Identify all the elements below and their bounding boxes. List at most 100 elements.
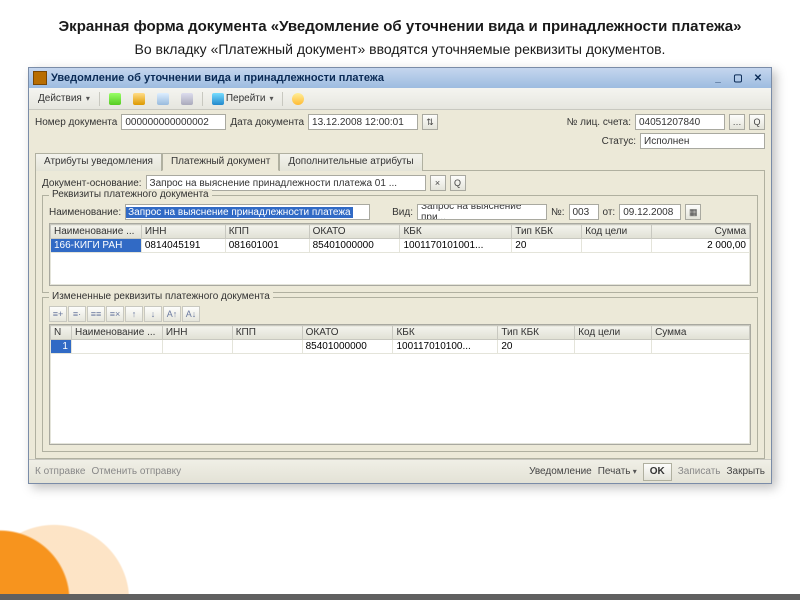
go-icon xyxy=(212,93,224,105)
doc-no-input[interactable]: 000000000000002 xyxy=(121,114,226,130)
cell[interactable]: 0814045191 xyxy=(141,239,225,253)
name-input[interactable]: Запрос на выяснение принадлежности плате… xyxy=(125,204,370,220)
gt-sort-desc[interactable]: A↓ xyxy=(182,306,200,322)
col2-tipkbk[interactable]: Тип КБК xyxy=(498,326,575,340)
col-okato[interactable]: ОКАТО xyxy=(309,225,400,239)
cell[interactable]: 081601001 xyxy=(225,239,309,253)
print-button[interactable]: Печать xyxy=(598,466,637,477)
cell[interactable] xyxy=(232,340,302,354)
status-input[interactable]: Исполнен xyxy=(640,133,765,149)
group-requisites-legend: Реквизиты платежного документа xyxy=(49,189,212,200)
titlebar: Уведомление об уточнении вида и принадле… xyxy=(29,68,771,88)
maximize-button[interactable]: ▢ xyxy=(729,71,747,85)
tab-extra[interactable]: Дополнительные атрибуты xyxy=(279,153,422,171)
kind-label: Вид: xyxy=(392,207,413,218)
pacc-input[interactable]: 04051207840 xyxy=(635,114,725,130)
col2-kpp[interactable]: КПП xyxy=(232,326,302,340)
col2-kbk[interactable]: КБК xyxy=(393,326,498,340)
notify-button[interactable]: Уведомление xyxy=(529,466,592,477)
cell[interactable]: 85401000000 xyxy=(309,239,400,253)
col-name[interactable]: Наименование ... xyxy=(51,225,142,239)
col2-sum[interactable]: Сумма xyxy=(652,326,750,340)
col-kodceli[interactable]: Код цели xyxy=(582,225,652,239)
cell[interactable]: 85401000000 xyxy=(302,340,393,354)
cell[interactable] xyxy=(162,340,232,354)
save-button[interactable]: Записать xyxy=(678,466,721,477)
cell[interactable] xyxy=(575,340,652,354)
actions-menu[interactable]: Действия xyxy=(33,91,95,107)
goto-label: Перейти xyxy=(226,93,266,104)
send-link[interactable]: К отправке xyxy=(35,466,85,477)
gear-icon xyxy=(133,93,145,105)
kind-input[interactable]: Запрос на выяснение при... xyxy=(417,204,547,220)
col-tipkbk[interactable]: Тип КБК xyxy=(512,225,582,239)
table-row[interactable]: 1 85401000000 100117010100... 20 xyxy=(51,340,750,354)
pacc-label: № лиц. счета: xyxy=(567,117,631,128)
num-input[interactable]: 003 xyxy=(569,204,599,220)
group-changed: Измененные реквизиты платежного документ… xyxy=(42,297,758,452)
cell[interactable]: 20 xyxy=(512,239,582,253)
basis-open[interactable]: Q xyxy=(450,175,466,191)
toolbar-settings[interactable] xyxy=(128,91,150,107)
clip-icon xyxy=(181,93,193,105)
plus-icon xyxy=(109,93,121,105)
toolbar-attach[interactable] xyxy=(176,91,198,107)
table-row xyxy=(51,253,750,285)
from-input[interactable]: 09.12.2008 xyxy=(619,204,681,220)
col2-okato[interactable]: ОКАТО xyxy=(302,326,393,340)
app-icon xyxy=(33,71,47,85)
gt-up[interactable]: ↑ xyxy=(125,306,143,322)
cell[interactable]: 1 xyxy=(51,340,72,354)
cell[interactable]: 1001170101001... xyxy=(400,239,512,253)
gt-del[interactable]: ≡× xyxy=(106,306,124,322)
gt-add[interactable]: ≡+ xyxy=(49,306,67,322)
toolbar-help[interactable] xyxy=(287,91,309,107)
table-row[interactable]: 166-КИГИ РАН 0814045191 081601001 854010… xyxy=(51,239,750,253)
ok-button[interactable]: OK xyxy=(643,463,672,481)
gt-copy[interactable]: ≡≡ xyxy=(87,306,105,322)
close-window-button[interactable]: ✕ xyxy=(749,71,767,85)
doc-icon xyxy=(157,93,169,105)
slide-subtitle: Во вкладку «Платежный документ» вводятся… xyxy=(28,41,772,57)
cell[interactable] xyxy=(652,340,750,354)
group-requisites: Реквизиты платежного документа Наименова… xyxy=(42,195,758,293)
doc-date-label: Дата документа xyxy=(230,117,304,128)
date-spin[interactable]: ⇅ xyxy=(422,114,438,130)
close-button[interactable]: Закрыть xyxy=(726,466,765,477)
goto-menu[interactable]: Перейти xyxy=(207,91,279,107)
gt-down[interactable]: ↓ xyxy=(144,306,162,322)
window-title: Уведомление об уточнении вида и принадле… xyxy=(51,72,384,84)
col-inn[interactable]: ИНН xyxy=(141,225,225,239)
col-kpp[interactable]: КПП xyxy=(225,225,309,239)
toolbar-doc[interactable] xyxy=(152,91,174,107)
col2-kodceli[interactable]: Код цели xyxy=(575,326,652,340)
cell[interactable]: 166-КИГИ РАН xyxy=(51,239,142,253)
toolbar-add[interactable] xyxy=(104,91,126,107)
table-row xyxy=(51,354,750,444)
help-icon xyxy=(292,93,304,105)
cell[interactable]: 100117010100... xyxy=(393,340,498,354)
minimize-button[interactable]: _ xyxy=(709,71,727,85)
cell[interactable] xyxy=(582,239,652,253)
pacc-open[interactable]: Q xyxy=(749,114,765,130)
gt-ins[interactable]: ≡· xyxy=(68,306,86,322)
cancel-send-link[interactable]: Отменить отправку xyxy=(91,466,181,477)
gt-sort-asc[interactable]: A↑ xyxy=(163,306,181,322)
grid-requisites[interactable]: Наименование ... ИНН КПП ОКАТО КБК Тип К… xyxy=(49,223,751,286)
tab-payment-doc[interactable]: Платежный документ xyxy=(162,153,279,171)
grid-changed[interactable]: N Наименование ... ИНН КПП ОКАТО КБК Тип… xyxy=(49,324,751,445)
col-sum[interactable]: Сумма xyxy=(652,225,750,239)
slide-title: Экранная форма документа «Уведомление об… xyxy=(28,18,772,35)
basis-clear[interactable]: × xyxy=(430,175,446,191)
cell[interactable] xyxy=(71,340,162,354)
pacc-pick[interactable]: … xyxy=(729,114,745,130)
tab-attrs[interactable]: Атрибуты уведомления xyxy=(35,153,162,171)
col-kbk[interactable]: КБК xyxy=(400,225,512,239)
cell[interactable]: 20 xyxy=(498,340,575,354)
from-date-pick[interactable]: ▦ xyxy=(685,204,701,220)
col2-name[interactable]: Наименование ... xyxy=(71,326,162,340)
doc-date-input[interactable]: 13.12.2008 12:00:01 xyxy=(308,114,418,130)
col2-n[interactable]: N xyxy=(51,326,72,340)
cell[interactable]: 2 000,00 xyxy=(652,239,750,253)
col2-inn[interactable]: ИНН xyxy=(162,326,232,340)
